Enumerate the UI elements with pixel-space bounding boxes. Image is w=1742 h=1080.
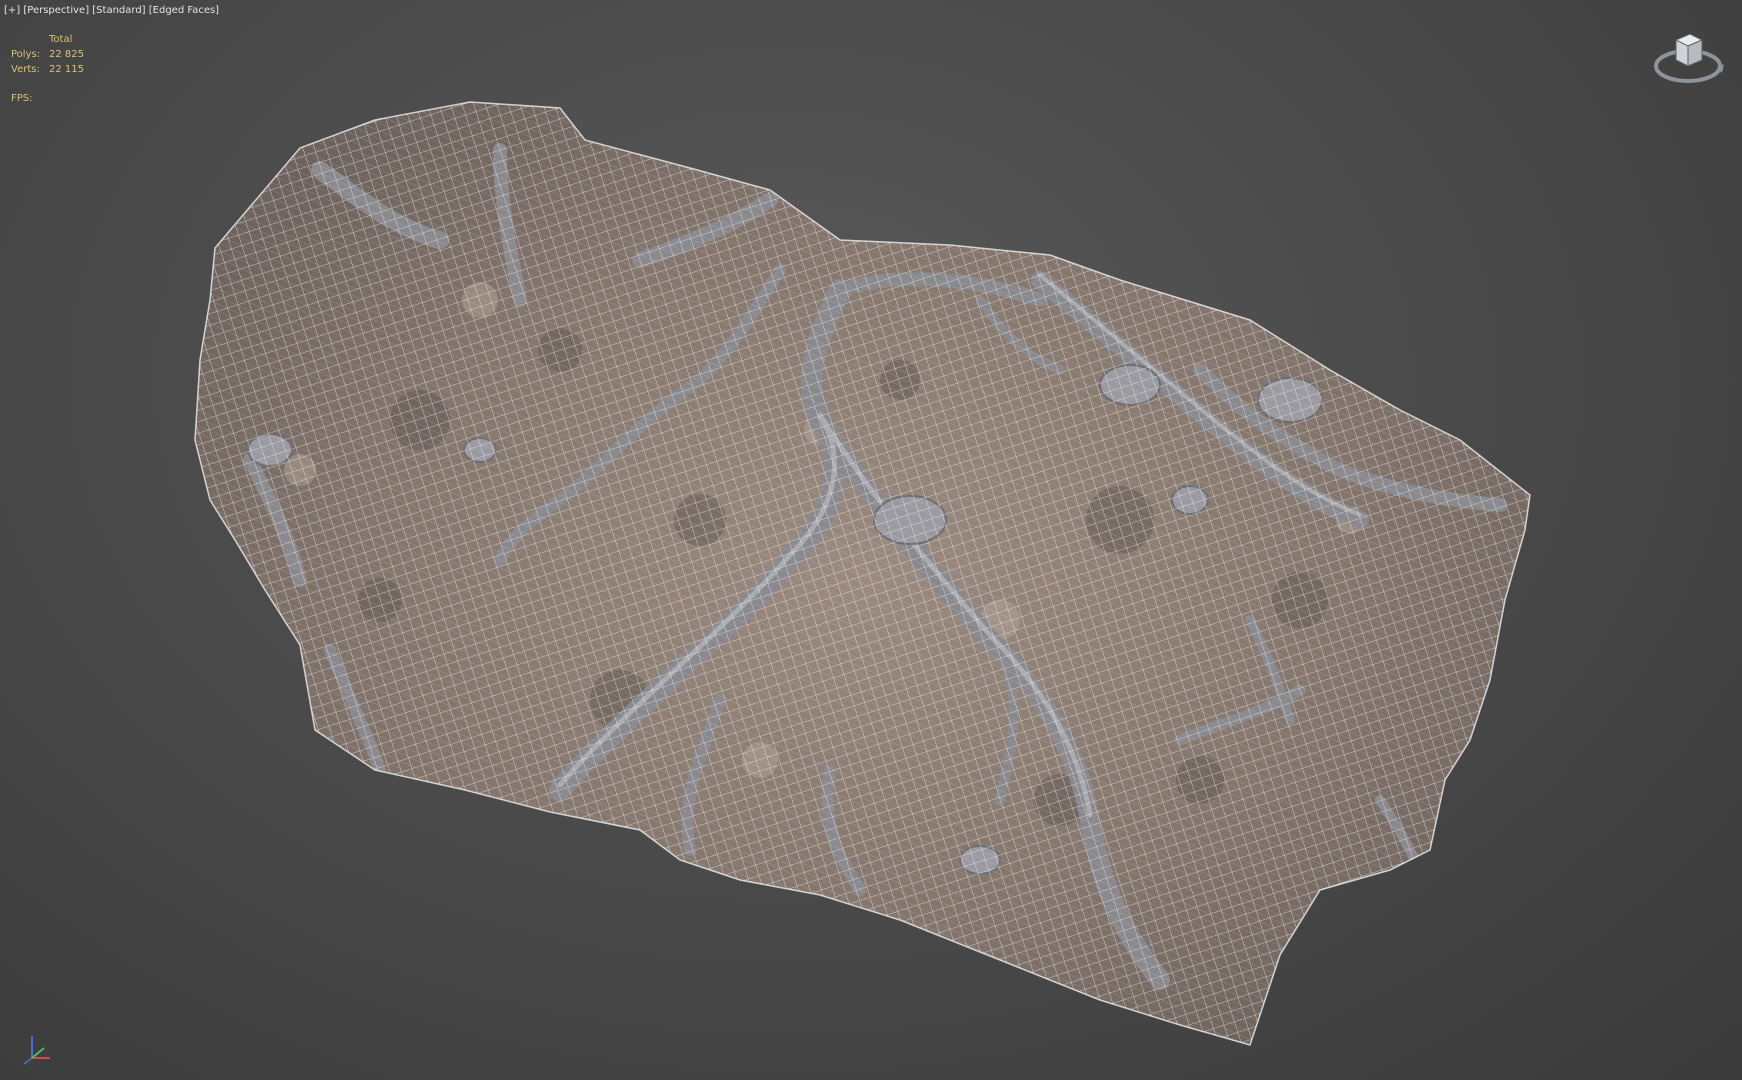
mesh-surface	[194, 101, 1531, 1046]
viewcube-icon[interactable]	[1652, 26, 1728, 88]
polys-label: Polys:	[11, 49, 41, 60]
verts-value: 22 115	[49, 64, 84, 75]
perspective-viewport[interactable]: [+] [Perspective] [Standard] [Edged Face…	[0, 0, 1742, 1080]
viewport-standard-menu[interactable]: [Standard]	[92, 5, 145, 16]
axis-tripod-icon	[23, 1036, 50, 1065]
viewport-shading-menu[interactable]: [Edged Faces]	[149, 5, 219, 16]
verts-label: Verts:	[11, 64, 40, 75]
viewport-point-of-view-menu[interactable]: [Perspective]	[23, 5, 89, 16]
fps-label: FPS:	[11, 93, 33, 104]
viewport-general-menu[interactable]: [+]	[4, 5, 20, 16]
polys-value: 22 825	[49, 49, 84, 60]
scan-mesh-model[interactable]	[0, 0, 1742, 1080]
stats-header: Total	[49, 34, 73, 45]
viewport-label-menu[interactable]: [+] [Perspective] [Standard] [Edged Face…	[4, 5, 219, 17]
